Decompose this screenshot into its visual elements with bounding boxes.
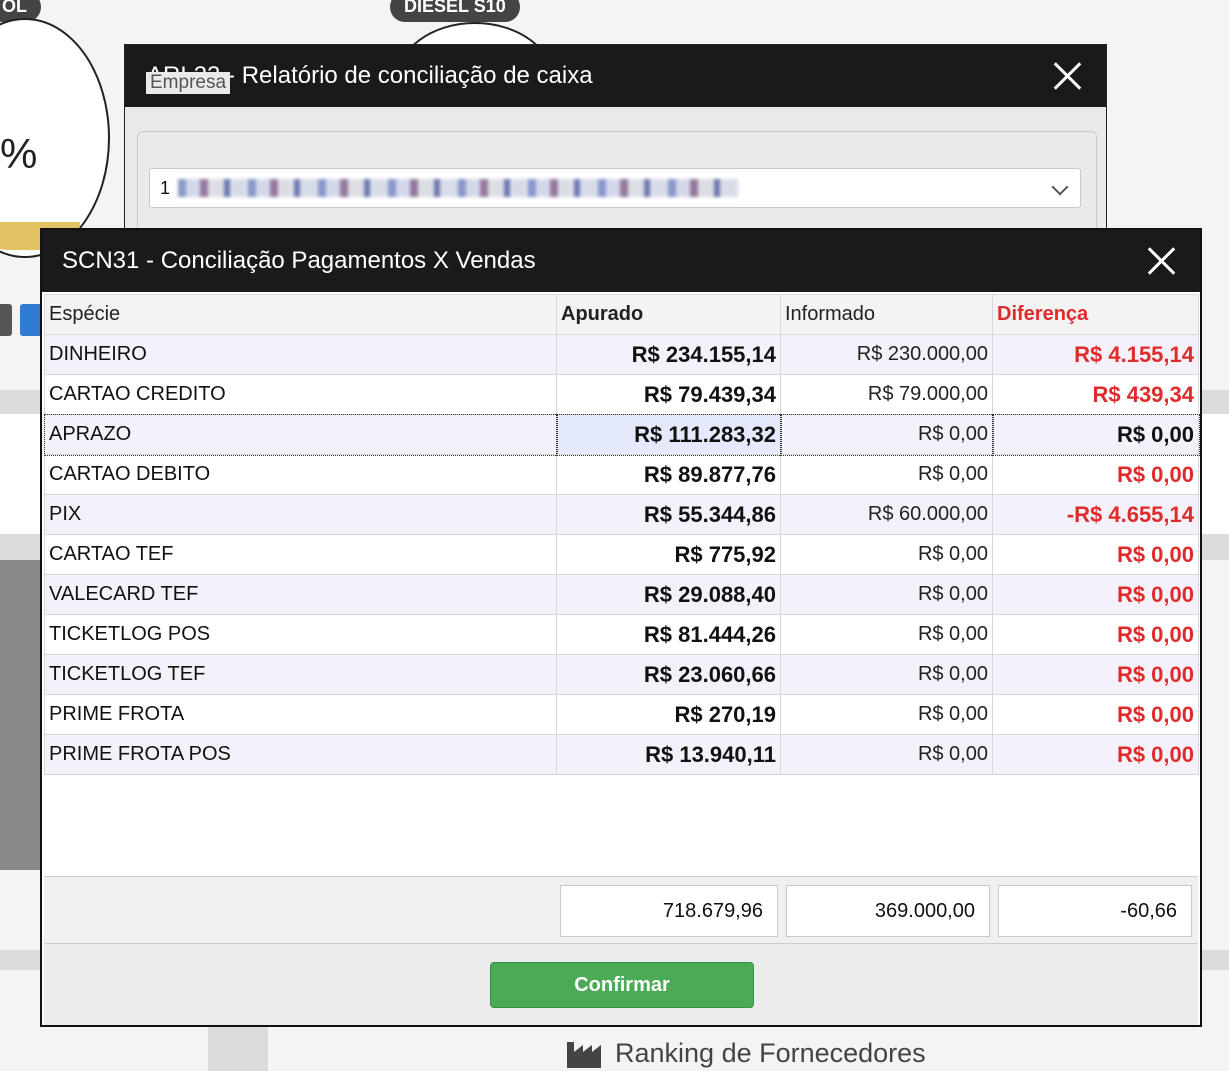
total-informado-field[interactable]: 369.000,00 [786, 885, 990, 937]
background-button-blue[interactable] [20, 304, 42, 336]
cell-apurado[interactable]: R$ 270,19 [556, 694, 781, 735]
cell-diferenca[interactable]: R$ 4.155,14 [992, 334, 1199, 375]
cell-diferenca[interactable]: R$ 0,00 [992, 574, 1199, 615]
table-body: DINHEIRO R$ 234.155,14 R$ 230.000,00 R$ 4.1… [43, 334, 1200, 775]
cell-especie[interactable]: TICKETLOG TEF [44, 654, 557, 695]
column-header-especie[interactable]: Espécie [44, 294, 557, 335]
cell-apurado[interactable]: R$ 111.283,32 [555, 413, 782, 456]
table-row[interactable]: VALECARD TEF R$ 29.088,40 R$ 0,00 R$ 0,00 [44, 574, 1199, 615]
cell-diferenca[interactable]: R$ 0,00 [992, 534, 1199, 575]
cell-especie[interactable]: PRIME FROTA POS [44, 734, 557, 775]
cell-diferenca[interactable]: R$ 0,00 [992, 454, 1199, 495]
scn31-title: SCN31 - Conciliação Pagamentos X Vendas [62, 247, 536, 274]
cell-apurado[interactable]: R$ 775,92 [556, 534, 781, 575]
ranking-fornecedores-link[interactable]: Ranking de Fornecedores [565, 1036, 926, 1070]
table-row[interactable]: CARTAO DEBITO R$ 89.877,76 R$ 0,00 R$ 0,00 [44, 454, 1199, 495]
factory-icon [567, 1042, 601, 1068]
cell-apurado[interactable]: R$ 79.439,34 [556, 374, 781, 415]
background-column [208, 1026, 268, 1071]
table-row[interactable]: APRAZO R$ 111.283,32 R$ 0,00 R$ 0,00 [43, 413, 1200, 456]
cell-informado[interactable]: R$ 0,00 [780, 694, 993, 735]
cell-diferenca[interactable]: R$ 0,00 [991, 413, 1200, 456]
cell-especie[interactable]: VALECARD TEF [44, 574, 557, 615]
cell-apurado[interactable]: R$ 234.155,14 [556, 334, 781, 375]
empresa-name-redacted [178, 179, 739, 197]
dialog-footer: Confirmar [44, 944, 1198, 1025]
cell-diferenca[interactable]: -R$ 4.655,14 [992, 494, 1199, 535]
table-row[interactable]: DINHEIRO R$ 234.155,14 R$ 230.000,00 R$ 4.1… [44, 334, 1199, 375]
cell-apurado[interactable]: R$ 89.877,76 [556, 454, 781, 495]
scn31-close-icon[interactable] [1146, 246, 1176, 276]
cell-apurado[interactable]: R$ 29.088,40 [556, 574, 781, 615]
cell-diferenca[interactable]: R$ 0,00 [992, 694, 1199, 735]
cell-apurado[interactable]: R$ 23.060,66 [556, 654, 781, 695]
cell-apurado[interactable]: R$ 81.444,26 [556, 614, 781, 655]
cell-informado[interactable]: R$ 79.000,00 [780, 374, 993, 415]
column-header-apurado[interactable]: Apurado [556, 294, 781, 335]
gauge-percent: % [0, 130, 38, 177]
cell-diferenca[interactable]: R$ 0,00 [992, 614, 1199, 655]
cell-informado[interactable]: R$ 0,00 [780, 734, 993, 775]
cell-especie[interactable]: CARTAO CREDITO [44, 374, 557, 415]
empresa-legend: Empresa [146, 72, 231, 94]
cell-informado[interactable]: R$ 0,00 [779, 413, 994, 456]
cell-diferenca[interactable]: R$ 0,00 [992, 654, 1199, 695]
table-header-row: Espécie Apurado Informado Diferença [44, 294, 1199, 335]
conciliacao-table: Espécie Apurado Informado Diferença DINH… [43, 294, 1200, 775]
cell-informado[interactable]: R$ 0,00 [780, 574, 993, 615]
cell-especie[interactable]: CARTAO DEBITO [44, 454, 557, 495]
cell-apurado[interactable]: R$ 55.344,86 [556, 494, 781, 535]
cell-especie[interactable]: PIX [44, 494, 557, 535]
cell-especie[interactable]: CARTAO TEF [44, 534, 557, 575]
cell-diferenca[interactable]: R$ 0,00 [992, 734, 1199, 775]
table-row[interactable]: PRIME FROTA R$ 270,19 R$ 0,00 R$ 0,00 [44, 694, 1199, 735]
totals-bar: 718.679,96 369.000,00 -60,66 [44, 876, 1198, 944]
total-apurado-field[interactable]: 718.679,96 [560, 885, 778, 937]
arl33-titlebar: ARL33 - Relatório de conciliação de caix… [125, 45, 1106, 107]
scn31-dialog: SCN31 - Conciliação Pagamentos X Vendas … [40, 228, 1202, 1027]
fuel-pill-diesel: DIESEL S10 [390, 0, 520, 22]
cell-apurado[interactable]: R$ 13.940,11 [556, 734, 781, 775]
table-row[interactable]: TICKETLOG TEF R$ 23.060,66 R$ 0,00 R$ 0,00 [44, 654, 1199, 695]
column-header-informado[interactable]: Informado [780, 294, 993, 335]
empresa-select-value: 1 [160, 177, 171, 198]
arl33-close-icon[interactable] [1052, 61, 1082, 91]
empresa-select[interactable]: 1 [149, 168, 1081, 208]
table-row[interactable]: PRIME FROTA POS R$ 13.940,11 R$ 0,00 R$ 0,0… [44, 734, 1199, 775]
total-diferenca-field[interactable]: -60,66 [998, 885, 1192, 937]
scn31-titlebar: SCN31 - Conciliação Pagamentos X Vendas [42, 230, 1200, 292]
confirmar-button[interactable]: Confirmar [490, 962, 754, 1008]
cell-informado[interactable]: R$ 0,00 [780, 454, 993, 495]
table-row[interactable]: PIX R$ 55.344,86 R$ 60.000,00 -R$ 4.655,14 [44, 494, 1199, 535]
table-row[interactable]: CARTAO CREDITO R$ 79.439,34 R$ 79.000,00 R$… [44, 374, 1199, 415]
ranking-label: Ranking de Fornecedores [615, 1037, 926, 1068]
cell-diferenca[interactable]: R$ 439,34 [992, 374, 1199, 415]
cell-informado[interactable]: R$ 0,00 [780, 614, 993, 655]
background-dark-panel [0, 560, 44, 870]
column-header-diferenca[interactable]: Diferença [992, 294, 1199, 335]
arl33-dialog: ARL33 - Relatório de conciliação de caix… [124, 44, 1107, 271]
cell-informado[interactable]: R$ 60.000,00 [780, 494, 993, 535]
cell-especie[interactable]: TICKETLOG POS [44, 614, 557, 655]
background-button[interactable] [0, 304, 12, 336]
cell-especie[interactable]: PRIME FROTA [44, 694, 557, 735]
table-row[interactable]: CARTAO TEF R$ 775,92 R$ 0,00 R$ 0,00 [44, 534, 1199, 575]
cell-informado[interactable]: R$ 0,00 [780, 654, 993, 695]
cell-informado[interactable]: R$ 230.000,00 [780, 334, 993, 375]
chevron-down-icon[interactable] [1051, 178, 1069, 196]
cell-especie[interactable]: APRAZO [43, 413, 558, 456]
cell-especie[interactable]: DINHEIRO [44, 334, 557, 375]
table-row[interactable]: TICKETLOG POS R$ 81.444,26 R$ 0,00 R$ 0,00 [44, 614, 1199, 655]
cell-informado[interactable]: R$ 0,00 [780, 534, 993, 575]
